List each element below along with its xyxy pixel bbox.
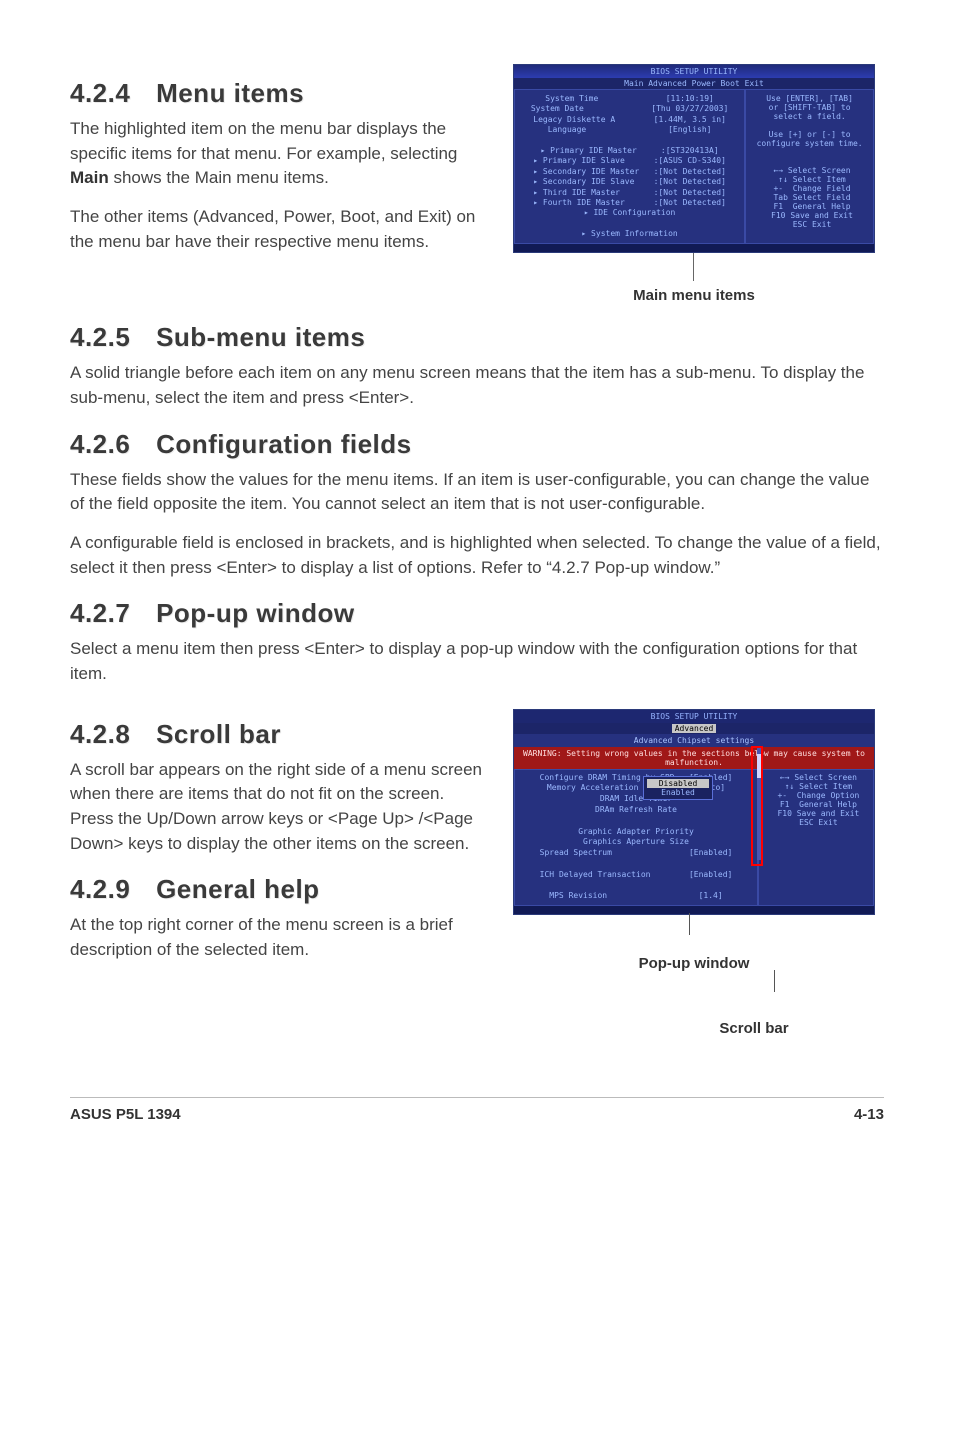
bios-help-panel: Use [ENTER], [TAB]or [SHIFT-TAB] toselec… <box>745 89 874 244</box>
paragraph: These fields show the values for the men… <box>70 468 884 517</box>
heading-4-2-7: 4.2.7 Pop-up window <box>70 598 884 629</box>
heading-4-2-6: 4.2.6 Configuration fields <box>70 429 884 460</box>
menubar-selected: Advanced <box>672 724 717 733</box>
text: shows the Main menu items. <box>109 168 329 187</box>
bold-main: Main <box>70 168 109 187</box>
paragraph: At the top right corner of the menu scre… <box>70 913 484 962</box>
callout-line <box>774 970 776 992</box>
heading-4-2-8: 4.2.8 Scroll bar <box>70 719 484 750</box>
section-number: 4.2.9 <box>70 874 130 904</box>
section-number: 4.2.5 <box>70 322 130 352</box>
bios-titlebar: BIOS SETUP UTILITY <box>514 710 874 723</box>
bios-titlebar: BIOS SETUP UTILITY <box>514 65 874 78</box>
bios-popup: Disabled Enabled <box>643 776 713 800</box>
section-title: Configuration fields <box>156 429 412 459</box>
figure-caption-scrollbar: Scroll bar <box>624 1020 884 1037</box>
bios-warning: WARNING: Setting wrong values in the sec… <box>514 747 874 769</box>
bios-help-panel: ←→ Select Screen ↑↓ Select Item +- Chang… <box>758 769 874 907</box>
heading-4-2-9: 4.2.9 General help <box>70 874 484 905</box>
bios-menubar: Advanced <box>514 723 874 734</box>
page-footer: ASUS P5L 1394 4-13 <box>70 1097 884 1123</box>
text: The highlighted item on the menu bar dis… <box>70 119 457 163</box>
figure-caption: Main menu items <box>504 287 884 304</box>
section-number: 4.2.8 <box>70 719 130 749</box>
scrollbar-icon <box>757 748 761 860</box>
section-title: Pop-up window <box>156 598 355 628</box>
bios-settings-panel: Configure DRAM Timing by SPD [Enabled]Me… <box>514 769 758 907</box>
section-title: General help <box>156 874 320 904</box>
paragraph: A configurable field is enclosed in brac… <box>70 531 884 580</box>
popup-option: Enabled <box>661 788 695 797</box>
callout-line <box>689 913 691 935</box>
heading-4-2-4: 4.2.4 Menu items <box>70 78 484 109</box>
bios-menubar: Main Advanced Power Boot Exit <box>514 78 874 89</box>
paragraph: A solid triangle before each item on any… <box>70 361 884 410</box>
paragraph: The highlighted item on the menu bar dis… <box>70 117 484 191</box>
section-number: 4.2.7 <box>70 598 130 628</box>
footer-right: 4-13 <box>854 1106 884 1123</box>
callout-line <box>693 253 695 281</box>
figure-caption-popup: Pop-up window <box>504 955 884 972</box>
bios-main-panel: System Time [11:10:19]System Date [Thu 0… <box>514 89 745 244</box>
section-title: Sub-menu items <box>156 322 365 352</box>
paragraph: Select a menu item then press <Enter> to… <box>70 637 884 686</box>
bios-footer <box>514 244 874 252</box>
section-title: Menu items <box>156 78 304 108</box>
bios-footer <box>514 906 874 914</box>
section-number: 4.2.6 <box>70 429 130 459</box>
popup-option-selected: Disabled <box>647 779 709 788</box>
paragraph: A scroll bar appears on the right side o… <box>70 758 484 857</box>
heading-4-2-5: 4.2.5 Sub-menu items <box>70 322 884 353</box>
section-number: 4.2.4 <box>70 78 130 108</box>
bios-screenshot-advanced: BIOS SETUP UTILITY Advanced Advanced Chi… <box>513 709 875 916</box>
footer-left: ASUS P5L 1394 <box>70 1106 181 1123</box>
bios-section-heading: Advanced Chipset settings <box>514 734 874 747</box>
paragraph: The other items (Advanced, Power, Boot, … <box>70 205 484 254</box>
section-title: Scroll bar <box>156 719 281 749</box>
bios-screenshot-main: BIOS SETUP UTILITY Main Advanced Power B… <box>513 64 875 253</box>
